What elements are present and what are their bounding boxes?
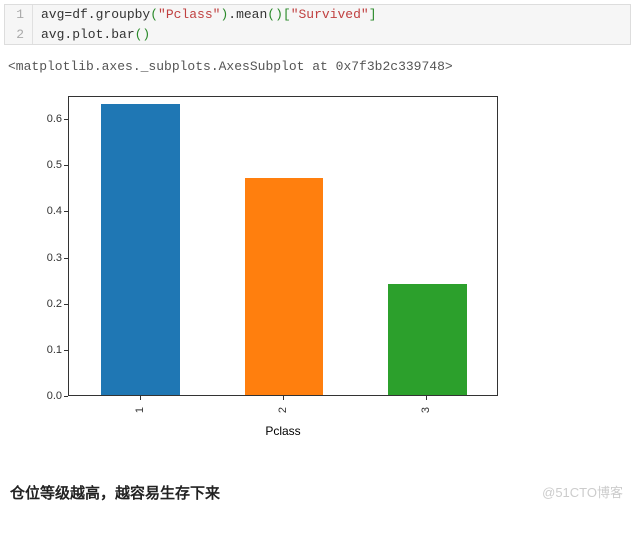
y-tick-label: 0.0 — [8, 390, 62, 402]
bar-chart: 0.0 0.1 0.2 0.3 0.4 0.5 0.6 1 2 3 Pclass — [8, 86, 518, 446]
watermark: @51CTO博客 — [542, 482, 623, 501]
code-block: 1 avg=df.groupby("Pclass").mean()["Survi… — [4, 4, 631, 45]
bar — [101, 104, 180, 395]
line-number: 1 — [5, 5, 33, 25]
x-tick-label: 2 — [277, 407, 289, 413]
code-content: avg=df.groupby("Pclass").mean()["Survive… — [33, 5, 377, 25]
y-tick-label: 0.6 — [8, 113, 62, 125]
plot-area — [68, 96, 498, 396]
caption-text: 仓位等级越高，越容易生存下来 — [0, 466, 635, 519]
code-content: avg.plot.bar() — [33, 25, 150, 45]
code-line: 1 avg=df.groupby("Pclass").mean()["Survi… — [5, 5, 630, 25]
x-tick-label: 1 — [134, 407, 146, 413]
y-tick-label: 0.3 — [8, 252, 62, 264]
y-tick-label: 0.4 — [8, 205, 62, 217]
y-tick-label: 0.2 — [8, 298, 62, 310]
x-tick-label: 3 — [420, 407, 432, 413]
code-line: 2 avg.plot.bar() — [5, 25, 630, 45]
bar — [388, 284, 467, 395]
x-axis-label: Pclass — [68, 424, 498, 438]
bar — [245, 178, 324, 395]
output-repr: <matplotlib.axes._subplots.AxesSubplot a… — [0, 49, 635, 82]
y-tick-label: 0.1 — [8, 344, 62, 356]
y-tick-label: 0.5 — [8, 159, 62, 171]
line-number: 2 — [5, 25, 33, 45]
